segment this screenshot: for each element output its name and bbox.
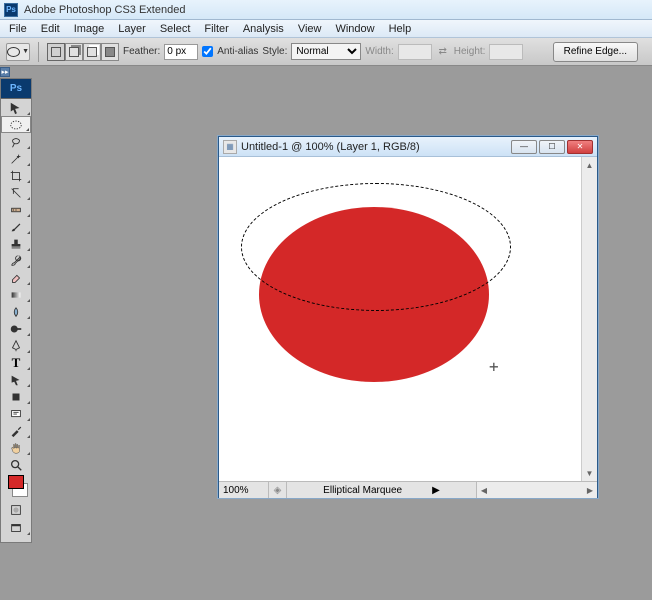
tool-preset-icon[interactable]: ▼ [6,43,30,61]
zoom-level[interactable]: 100% [219,482,269,498]
lasso-tool-icon[interactable] [1,133,31,150]
eraser-tool-icon[interactable] [1,269,31,286]
shape-tool-icon[interactable] [1,388,31,405]
horizontal-scrollbar[interactable]: ◀ ▶ [477,482,597,498]
heal-tool-icon[interactable] [1,201,31,218]
menu-bar: File Edit Image Layer Select Filter Anal… [0,20,652,38]
crop-tool-icon[interactable] [1,167,31,184]
quickmask-icon[interactable] [1,501,31,518]
gradient-tool-icon[interactable] [1,286,31,303]
menu-select[interactable]: Select [153,21,198,37]
path-select-icon[interactable] [1,371,31,388]
blur-tool-icon[interactable] [1,303,31,320]
dodge-tool-icon[interactable] [1,320,31,337]
close-button[interactable]: ✕ [567,140,593,154]
scroll-right-icon[interactable]: ▶ [583,486,597,495]
antialias-checkbox[interactable] [202,46,213,57]
document-title: Untitled-1 @ 100% (Layer 1, RGB/8) [241,141,420,153]
app-titlebar: Ps Adobe Photoshop CS3 Extended [0,0,652,20]
tools-header-icon: Ps [1,79,31,99]
menu-layer[interactable]: Layer [111,21,153,37]
screenmode-icon[interactable] [1,519,31,536]
scroll-left-icon[interactable]: ◀ [477,486,491,495]
notes-tool-icon[interactable] [1,405,31,422]
document-statusbar: 100% ◈ Elliptical Marquee▶ ◀ ▶ [219,481,597,498]
selection-new-icon[interactable] [47,43,65,61]
width-input [398,44,432,60]
history-brush-icon[interactable] [1,252,31,269]
app-title: Adobe Photoshop CS3 Extended [24,4,185,16]
hand-tool-icon[interactable] [1,439,31,456]
feather-label: Feather: [123,46,160,57]
document-window: ▦ Untitled-1 @ 100% (Layer 1, RGB/8) — ☐… [218,136,598,498]
pen-tool-icon[interactable] [1,337,31,354]
tools-collapse-handle[interactable]: ▸▸ [0,67,10,77]
screen-modes [1,499,31,538]
canvas[interactable]: + [219,157,581,481]
selection-mode-group [47,43,119,61]
refine-edge-button[interactable]: Refine Edge... [553,42,638,62]
swap-dims-icon: ⇄ [436,45,450,59]
scroll-up-icon[interactable]: ▲ [582,157,597,173]
selection-intersect-icon[interactable] [101,43,119,61]
foreground-swatch[interactable] [8,475,24,489]
maximize-button[interactable]: ☐ [539,140,565,154]
options-bar: ▼ Feather: Anti-alias Style: Normal Widt… [0,38,652,66]
document-icon: ▦ [223,140,237,154]
height-label: Height: [454,46,486,57]
width-label: Width: [365,46,393,57]
move-tool-icon[interactable] [1,99,31,116]
menu-file[interactable]: File [2,21,34,37]
scroll-down-icon[interactable]: ▼ [582,465,597,481]
menu-window[interactable]: Window [328,21,381,37]
type-tool-icon[interactable]: T [1,354,31,371]
stamp-tool-icon[interactable] [1,235,31,252]
height-input [489,44,523,60]
minimize-button[interactable]: — [511,140,537,154]
feather-input[interactable] [164,44,198,60]
app-logo-icon: Ps [4,3,18,17]
style-select[interactable]: Normal [291,43,361,60]
selection-subtract-icon[interactable] [83,43,101,61]
menu-analysis[interactable]: Analysis [236,21,291,37]
marquee-selection [241,183,511,311]
selection-add-icon[interactable] [65,43,83,61]
menu-help[interactable]: Help [382,21,419,37]
style-label: Style: [262,46,287,57]
slice-tool-icon[interactable] [1,184,31,201]
vertical-scrollbar[interactable]: ▲ ▼ [581,157,597,481]
eyedropper-tool-icon[interactable] [1,422,31,439]
document-titlebar[interactable]: ▦ Untitled-1 @ 100% (Layer 1, RGB/8) — ☐… [219,137,597,157]
menu-filter[interactable]: Filter [197,21,235,37]
tools-palette: Ps T [0,78,32,543]
antialias-label: Anti-alias [217,46,258,57]
status-disclosure-icon[interactable]: ◈ [269,482,287,498]
crosshair-cursor-icon: + [489,357,499,376]
menu-image[interactable]: Image [67,21,112,37]
color-swatches[interactable] [1,473,31,499]
zoom-tool-icon[interactable] [1,456,31,473]
wand-tool-icon[interactable] [1,150,31,167]
marquee-tool-icon[interactable] [1,116,31,133]
brush-tool-icon[interactable] [1,218,31,235]
status-info[interactable]: Elliptical Marquee▶ [287,482,477,498]
menu-edit[interactable]: Edit [34,21,67,37]
menu-view[interactable]: View [291,21,329,37]
